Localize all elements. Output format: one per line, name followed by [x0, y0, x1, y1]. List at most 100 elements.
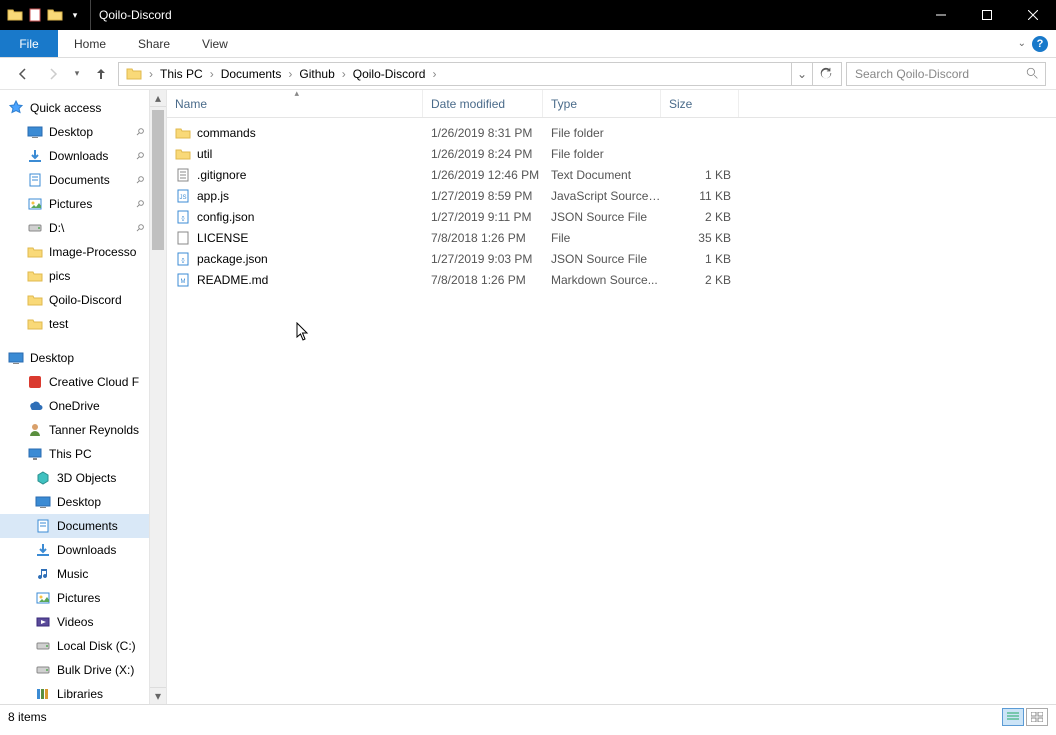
file-date: 1/26/2019 8:24 PM: [423, 147, 543, 161]
window-title: Qoilo-Discord: [91, 8, 180, 22]
col-date[interactable]: Date modified: [423, 90, 543, 117]
file-row[interactable]: LICENSE 7/8/2018 1:26 PM File 35 KB: [167, 227, 1056, 248]
file-row[interactable]: {}package.json 1/27/2019 9:03 PM JSON So…: [167, 248, 1056, 269]
tree-item[interactable]: Pictures: [0, 586, 149, 610]
file-row[interactable]: util 1/26/2019 8:24 PM File folder: [167, 143, 1056, 164]
search-box[interactable]: [846, 62, 1046, 86]
tree-item[interactable]: Desktop⚲: [0, 120, 149, 144]
file-size: 2 KB: [661, 210, 739, 224]
file-row[interactable]: commands 1/26/2019 8:31 PM File folder: [167, 122, 1056, 143]
tree-item[interactable]: Bulk Drive (X:): [0, 658, 149, 682]
file-row[interactable]: MREADME.md 7/8/2018 1:26 PM Markdown Sou…: [167, 269, 1056, 290]
file-type: Markdown Source...: [543, 273, 661, 287]
close-button[interactable]: [1010, 0, 1056, 30]
icons-view-button[interactable]: [1026, 708, 1048, 726]
scroll-thumb[interactable]: [152, 110, 164, 250]
tree-item[interactable]: Documents⚲: [0, 168, 149, 192]
tree-item[interactable]: Local Disk (C:): [0, 634, 149, 658]
back-button[interactable]: [10, 61, 36, 87]
view-tab[interactable]: View: [186, 30, 244, 57]
tree-desktop[interactable]: Desktop: [0, 346, 149, 370]
file-date: 1/27/2019 8:59 PM: [423, 189, 543, 203]
breadcrumb[interactable]: › This PC› Documents› Github› Qoilo-Disc…: [118, 62, 842, 86]
file-name: .gitignore: [197, 168, 246, 182]
file-row[interactable]: {}config.json 1/27/2019 9:11 PM JSON Sou…: [167, 206, 1056, 227]
file-tab[interactable]: File: [0, 30, 58, 57]
file-row[interactable]: .gitignore 1/26/2019 12:46 PM Text Docum…: [167, 164, 1056, 185]
file-list: commands 1/26/2019 8:31 PM File folder u…: [167, 118, 1056, 704]
column-headers: Name ▴ Date modified Type Size: [167, 90, 1056, 118]
pin-icon: ⚲: [133, 222, 146, 235]
breadcrumb-item[interactable]: Documents: [216, 63, 287, 85]
tree-scrollbar[interactable]: ▴ ▾: [150, 90, 167, 704]
tree-item[interactable]: This PC: [0, 442, 149, 466]
col-type[interactable]: Type: [543, 90, 661, 117]
tree-item[interactable]: Documents: [0, 514, 149, 538]
title-bar: ▾ Qoilo-Discord: [0, 0, 1056, 30]
svg-text:JS: JS: [179, 195, 186, 201]
tree-item[interactable]: Pictures⚲: [0, 192, 149, 216]
tree-item[interactable]: Downloads: [0, 538, 149, 562]
home-tab[interactable]: Home: [58, 30, 122, 57]
svg-text:{}: {}: [181, 258, 185, 264]
tree-item[interactable]: pics: [0, 264, 149, 288]
tree-item[interactable]: Qoilo-Discord: [0, 288, 149, 312]
tree-item[interactable]: Downloads⚲: [0, 144, 149, 168]
search-input[interactable]: [853, 66, 1026, 82]
breadcrumb-item[interactable]: Github: [294, 63, 339, 85]
scroll-up-icon[interactable]: ▴: [150, 90, 166, 107]
up-button[interactable]: [88, 61, 114, 87]
pin-icon: ⚲: [133, 174, 146, 187]
tree-item[interactable]: OneDrive: [0, 394, 149, 418]
file-name: config.json: [197, 210, 254, 224]
refresh-button[interactable]: [812, 63, 839, 85]
share-tab[interactable]: Share: [122, 30, 186, 57]
file-size: 2 KB: [661, 273, 739, 287]
sort-indicator-icon: ▴: [295, 88, 300, 99]
address-dropdown-icon[interactable]: ⌄: [792, 67, 812, 81]
maximize-button[interactable]: [964, 0, 1010, 30]
tree-item[interactable]: D:\⚲: [0, 216, 149, 240]
file-type: Text Document: [543, 168, 661, 182]
file-pane: Name ▴ Date modified Type Size commands …: [167, 90, 1056, 704]
file-type: File folder: [543, 126, 661, 140]
col-name[interactable]: Name ▴: [167, 90, 423, 117]
search-icon: [1026, 67, 1039, 80]
col-size[interactable]: Size: [661, 90, 739, 117]
folder-icon: [6, 6, 24, 24]
breadcrumb-root-icon[interactable]: [121, 63, 147, 85]
ribbon-chevron-icon[interactable]: ⌄: [1018, 38, 1026, 49]
file-type: JavaScript Source ...: [543, 189, 661, 203]
qat-chevron-icon[interactable]: ▾: [66, 6, 84, 24]
file-type: JSON Source File: [543, 210, 661, 224]
minimize-button[interactable]: [918, 0, 964, 30]
tree-item[interactable]: 3D Objects: [0, 466, 149, 490]
forward-button[interactable]: [40, 61, 66, 87]
open-icon[interactable]: [46, 6, 64, 24]
ribbon-tabs: File Home Share View ⌄ ?: [0, 30, 1056, 58]
tree-quick-access[interactable]: Quick access: [0, 96, 149, 120]
breadcrumb-item[interactable]: This PC: [155, 63, 208, 85]
tree-item[interactable]: Desktop: [0, 490, 149, 514]
file-date: 1/27/2019 9:03 PM: [423, 252, 543, 266]
file-name: app.js: [197, 189, 229, 203]
file-row[interactable]: JS app.js 1/27/2019 8:59 PM JavaScript So…: [167, 185, 1056, 206]
help-icon[interactable]: ?: [1032, 36, 1048, 52]
tree-item[interactable]: Music: [0, 562, 149, 586]
recent-dropdown[interactable]: ▾: [70, 61, 84, 87]
tree-item[interactable]: Tanner Reynolds: [0, 418, 149, 442]
file-type: JSON Source File: [543, 252, 661, 266]
tree-item[interactable]: Libraries: [0, 682, 149, 704]
breadcrumb-item[interactable]: Qoilo-Discord: [348, 63, 431, 85]
tree-item[interactable]: Videos: [0, 610, 149, 634]
tree-item[interactable]: Image-Processo: [0, 240, 149, 264]
scroll-down-icon[interactable]: ▾: [150, 687, 166, 704]
details-view-button[interactable]: [1002, 708, 1024, 726]
properties-icon[interactable]: [26, 6, 44, 24]
tree-item[interactable]: Creative Cloud F: [0, 370, 149, 394]
tree-item[interactable]: test: [0, 312, 149, 336]
pin-icon: ⚲: [133, 150, 146, 163]
file-date: 1/26/2019 8:31 PM: [423, 126, 543, 140]
quick-access-toolbar: ▾: [0, 0, 91, 30]
file-date: 1/27/2019 9:11 PM: [423, 210, 543, 224]
